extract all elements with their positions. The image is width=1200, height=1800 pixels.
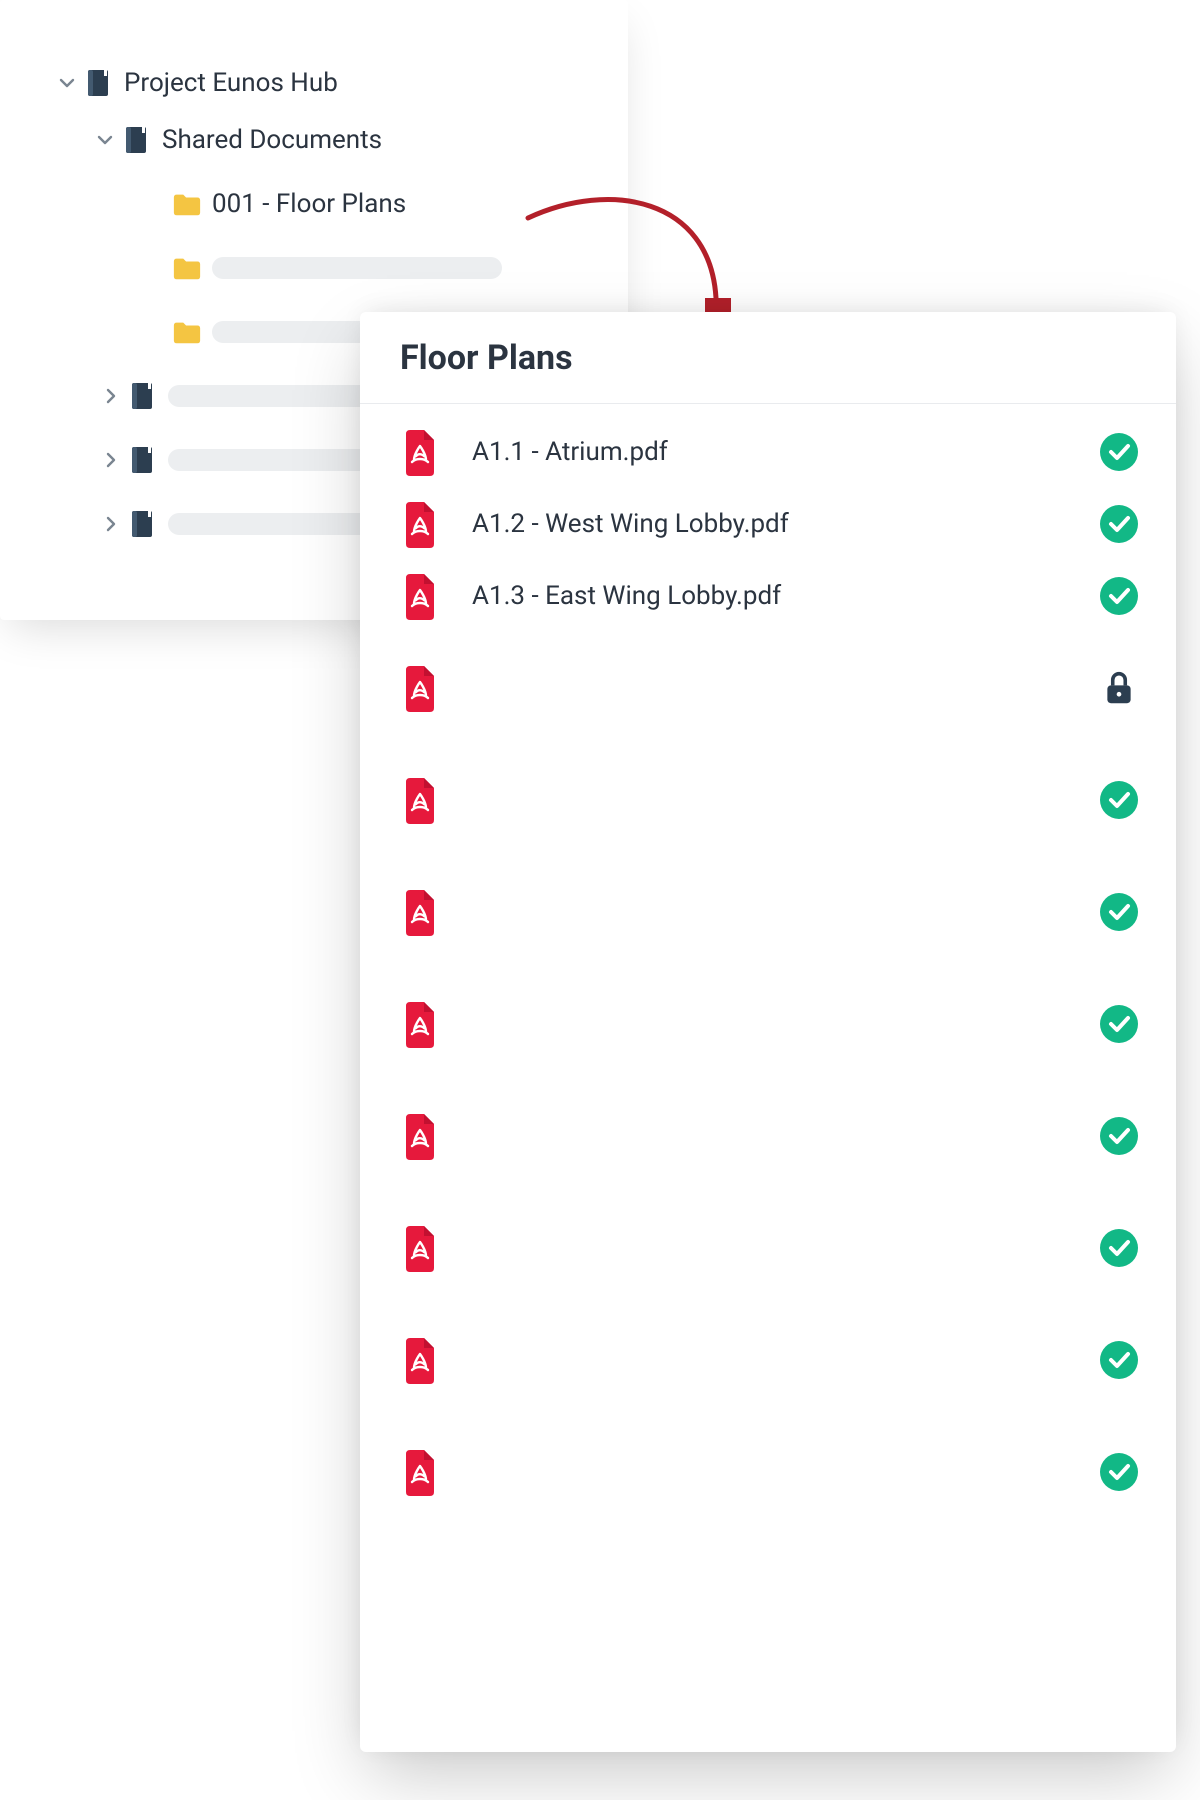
tree-node-label: Shared Documents	[162, 125, 382, 155]
tree-node-folder-floor-plans[interactable]: 001 - Floor Plans	[0, 172, 628, 236]
file-row[interactable]: A1.2 - West Wing Lobby.pdf	[360, 488, 1176, 560]
book-icon	[128, 381, 158, 411]
pdf-icon	[400, 1224, 440, 1272]
tree-node-project-root[interactable]: Project Eunos Hub	[0, 58, 628, 108]
check-badge-icon	[1100, 1005, 1138, 1043]
check-badge-icon	[1100, 893, 1138, 931]
check-badge-icon	[1100, 433, 1138, 471]
pdf-icon	[400, 1000, 440, 1048]
check-badge-icon	[1100, 1341, 1138, 1379]
book-icon	[84, 68, 114, 98]
chevron-down-icon[interactable]	[94, 129, 116, 151]
book-icon	[128, 509, 158, 539]
pdf-icon	[400, 572, 440, 620]
check-badge-icon	[1100, 1229, 1138, 1267]
pdf-icon	[400, 776, 440, 824]
book-icon	[128, 445, 158, 475]
file-name: A1.1 - Atrium.pdf	[472, 437, 1076, 467]
file-list: A1.1 - Atrium.pdf A1.2 - West Wing Lobby.…	[360, 404, 1176, 1540]
check-badge-icon	[1100, 1117, 1138, 1155]
lock-icon	[1100, 669, 1138, 707]
pdf-icon	[400, 428, 440, 476]
check-badge-icon	[1100, 1453, 1138, 1491]
tree-node-label: 001 - Floor Plans	[212, 189, 406, 219]
file-row[interactable]	[360, 632, 1176, 744]
panel-title: Floor Plans	[360, 312, 1176, 404]
check-badge-icon	[1100, 577, 1138, 615]
file-row[interactable]	[360, 1304, 1176, 1416]
file-row[interactable]	[360, 1416, 1176, 1528]
file-row[interactable]	[360, 1192, 1176, 1304]
file-row[interactable]: A1.3 - East Wing Lobby.pdf	[360, 560, 1176, 632]
file-list-panel: Floor Plans A1.1 - Atrium.pdf A1.2 - West…	[360, 312, 1176, 1752]
file-name: A1.2 - West Wing Lobby.pdf	[472, 509, 1076, 539]
pdf-icon	[400, 664, 440, 712]
tree-node-folder-placeholder[interactable]	[0, 236, 628, 300]
check-badge-icon	[1100, 505, 1138, 543]
pdf-icon	[400, 1448, 440, 1496]
file-row[interactable]	[360, 744, 1176, 856]
folder-icon	[172, 253, 202, 283]
pdf-icon	[400, 888, 440, 936]
tree-node-shared-documents[interactable]: Shared Documents	[0, 108, 628, 172]
file-row[interactable]	[360, 968, 1176, 1080]
file-name: A1.3 - East Wing Lobby.pdf	[472, 581, 1076, 611]
placeholder-bar	[212, 257, 502, 279]
folder-icon	[172, 189, 202, 219]
pdf-icon	[400, 500, 440, 548]
chevron-right-icon[interactable]	[100, 385, 122, 407]
file-row[interactable]	[360, 856, 1176, 968]
chevron-right-icon[interactable]	[100, 513, 122, 535]
folder-icon	[172, 317, 202, 347]
file-row[interactable]	[360, 1080, 1176, 1192]
tree-node-label: Project Eunos Hub	[124, 68, 338, 98]
book-icon	[122, 125, 152, 155]
pdf-icon	[400, 1336, 440, 1384]
pdf-icon	[400, 1112, 440, 1160]
chevron-right-icon[interactable]	[100, 449, 122, 471]
file-row[interactable]: A1.1 - Atrium.pdf	[360, 416, 1176, 488]
check-badge-icon	[1100, 781, 1138, 819]
chevron-down-icon[interactable]	[56, 72, 78, 94]
